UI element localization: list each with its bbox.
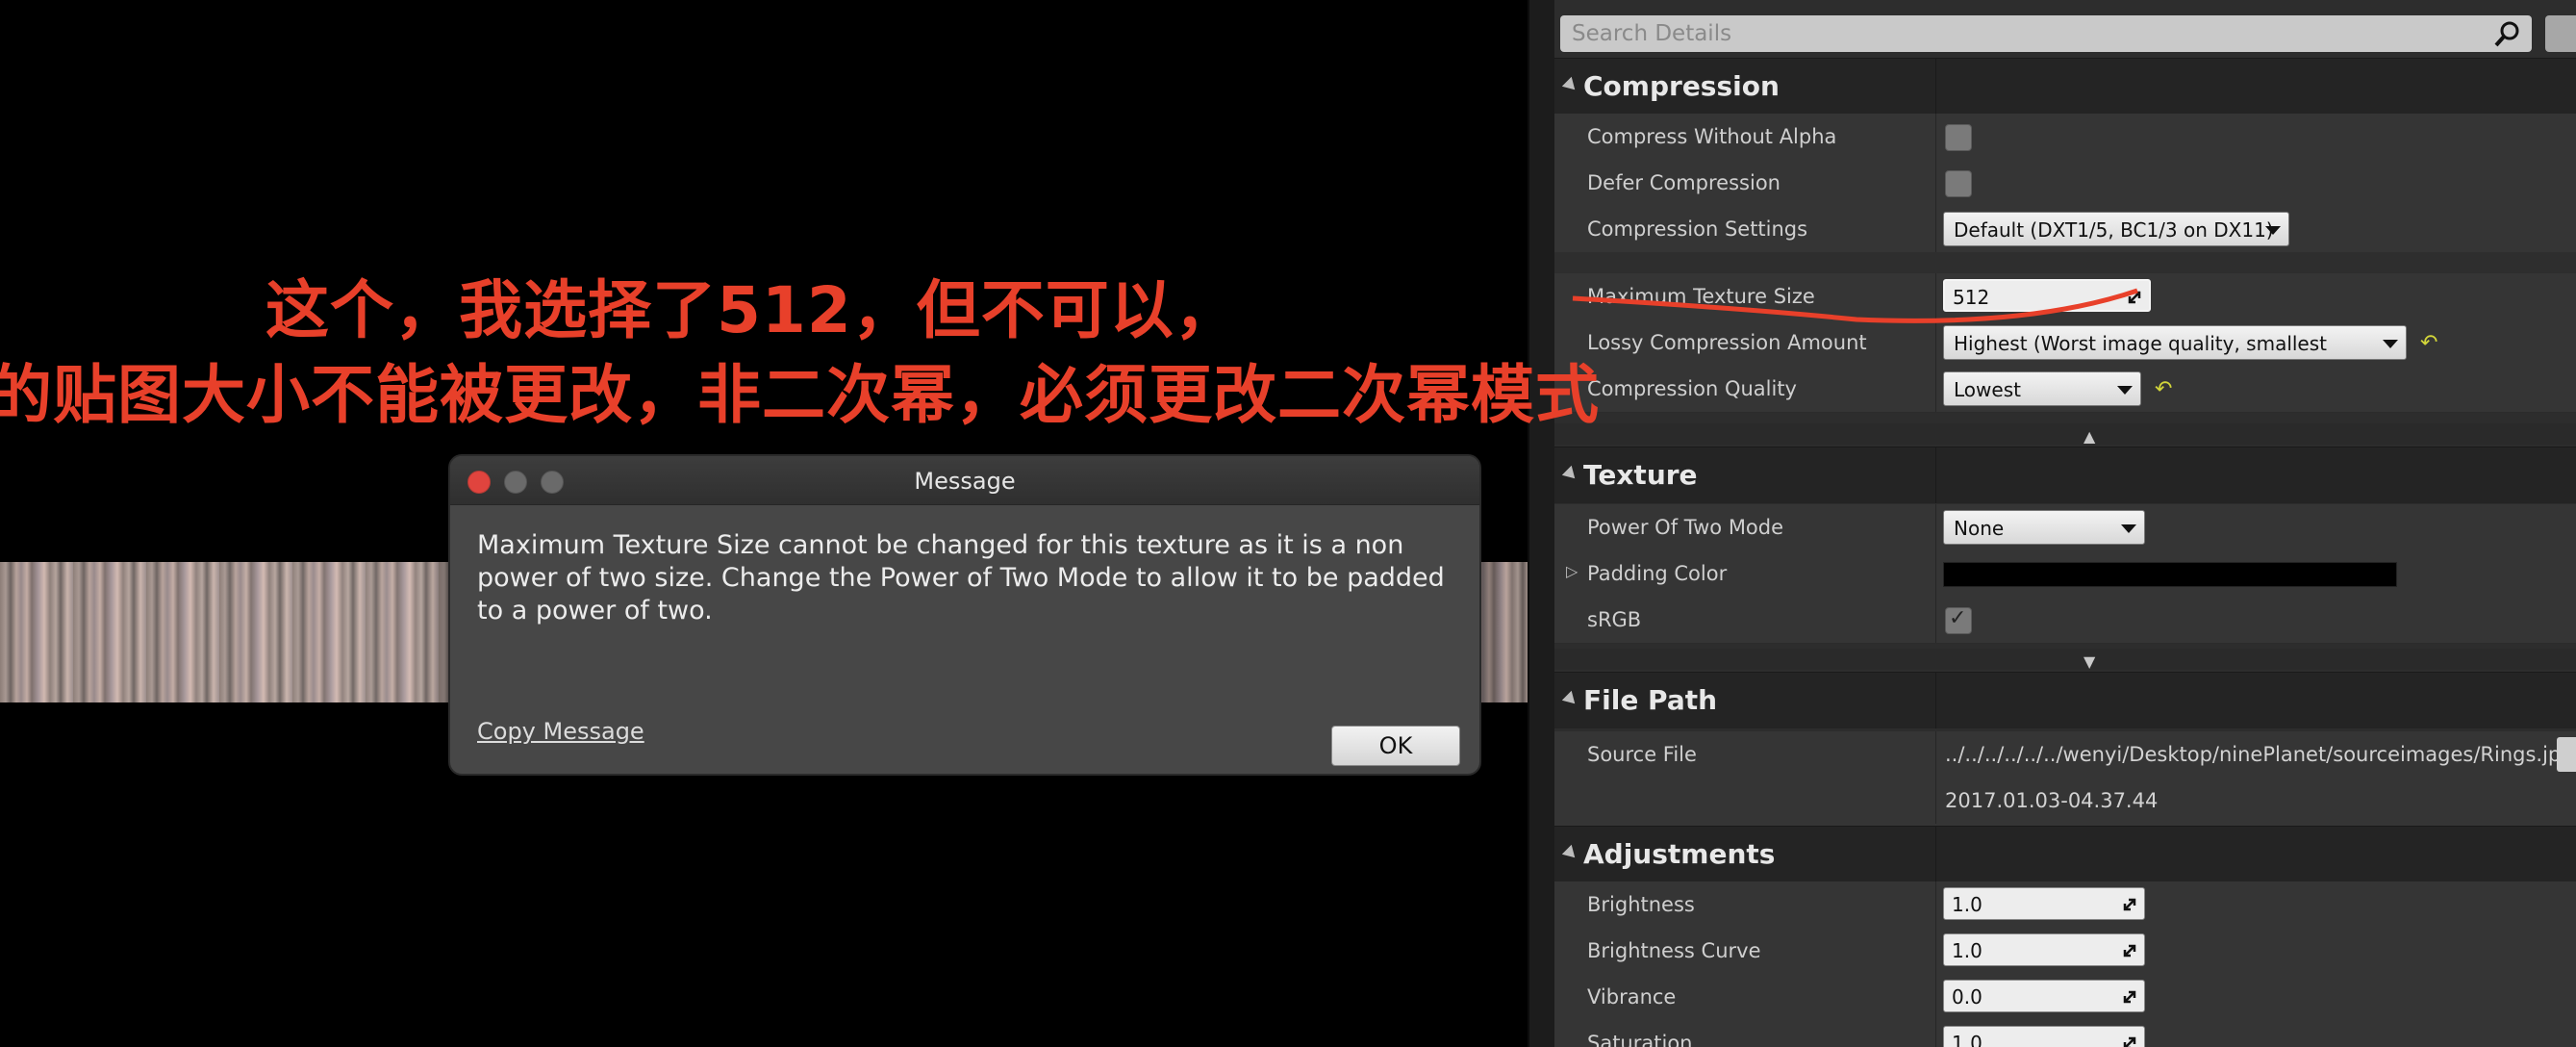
input-value: 1.0 <box>1952 893 1983 916</box>
row-defer-compression: Defer Compression <box>1554 160 2576 207</box>
reset-to-default-icon[interactable]: ↶ <box>2155 377 2172 401</box>
property-label: Source File <box>1587 743 1697 766</box>
row-power-of-two-mode: Power Of Two Mode None <box>1554 504 2576 551</box>
copy-message-link[interactable]: Copy Message <box>477 718 644 745</box>
saturation-input[interactable]: 1.0 <box>1943 1026 2145 1047</box>
chevron-up-icon[interactable]: ▲ <box>2084 427 2095 446</box>
source-file-timestamp: 2017.01.03-04.37.44 <box>1945 789 2159 812</box>
source-file-path: ../../../../../../wenyi/Desktop/ninePlan… <box>1945 743 2574 766</box>
row-compression-quality: Compression Quality Lowest ↶ <box>1554 366 2576 413</box>
browse-button[interactable] <box>2557 737 2576 772</box>
row-saturation: Saturation 1.0 <box>1554 1020 2576 1047</box>
brightness-curve-input[interactable]: 1.0 <box>1943 933 2145 966</box>
dialog-message: Maximum Texture Size cannot be changed f… <box>477 530 1445 626</box>
property-label: Brightness <box>1587 893 1695 916</box>
drag-resize-icon[interactable] <box>2121 942 2138 959</box>
property-label: sRGB <box>1587 608 1642 631</box>
section-adjustments[interactable]: Adjustments <box>1554 826 2576 882</box>
advanced-collapse-bar[interactable]: ▼ <box>1554 649 2576 671</box>
expand-arrow-icon[interactable]: ▷ <box>1566 562 1578 580</box>
property-label: Defer Compression <box>1587 171 1780 194</box>
chevron-down-icon <box>2117 386 2133 395</box>
input-value: 1.0 <box>1952 1032 1983 1047</box>
collapse-arrow-icon[interactable] <box>1561 690 1580 709</box>
row-source-file: Source File ../../../../../../wenyi/Desk… <box>1554 731 2576 779</box>
input-value: 1.0 <box>1952 939 1983 962</box>
collapse-arrow-icon[interactable] <box>1561 844 1580 863</box>
row-maximum-texture-size: Maximum Texture Size 512 <box>1554 273 2576 320</box>
drag-resize-icon[interactable] <box>2121 896 2138 913</box>
dropdown-value: Default (DXT1/5, BC1/3 on DX11) <box>1954 218 2274 242</box>
drag-resize-icon[interactable] <box>2121 988 2138 1006</box>
drag-resize-icon[interactable] <box>2121 1034 2138 1047</box>
view-options-icon[interactable] <box>2545 15 2576 52</box>
padding-color-swatch[interactable] <box>1943 562 2397 587</box>
search-input[interactable]: Search Details <box>1572 21 1731 46</box>
annotation-text-line1: 这个，我选择了512，但不可以， <box>265 273 1239 347</box>
chevron-down-icon <box>2383 340 2398 348</box>
section-title: Adjustments <box>1583 838 1776 870</box>
property-label: Brightness Curve <box>1587 939 1761 962</box>
row-compression-settings: Compression Settings Default (DXT1/5, BC… <box>1554 206 2576 253</box>
message-dialog: Message Maximum Texture Size cannot be c… <box>448 454 1481 776</box>
row-vibrance: Vibrance 0.0 <box>1554 974 2576 1021</box>
vibrance-input[interactable]: 0.0 <box>1943 980 2145 1012</box>
lossy-compression-amount-dropdown[interactable]: Highest (Worst image quality, smallest f… <box>1943 325 2407 390</box>
input-value: 0.0 <box>1952 985 1983 1009</box>
compression-settings-dropdown[interactable]: Default (DXT1/5, BC1/3 on DX11) <box>1943 212 2289 246</box>
section-compression[interactable]: Compression <box>1554 58 2576 115</box>
row-srgb: sRGB <box>1554 597 2576 644</box>
property-label: Maximum Texture Size <box>1587 285 1815 308</box>
row-compress-without-alpha: Compress Without Alpha <box>1554 114 2576 161</box>
annotation-text-line2: 的贴图大小不能被更改，非二次幂，必须更改二次幂模式 <box>0 358 1600 432</box>
collapse-arrow-icon[interactable] <box>1561 76 1580 95</box>
compression-quality-dropdown[interactable]: Lowest <box>1943 371 2141 406</box>
row-lossy-compression-amount: Lossy Compression Amount Highest (Worst … <box>1554 319 2576 390</box>
property-label: Vibrance <box>1587 985 1677 1009</box>
chevron-down-icon[interactable]: ▼ <box>2084 652 2095 671</box>
details-panel: Search Details Compression Compress With… <box>1554 0 2576 1047</box>
chevron-down-icon <box>2121 524 2136 533</box>
property-label: Power Of Two Mode <box>1587 516 1784 539</box>
row-padding-color: ▷ Padding Color <box>1554 550 2576 598</box>
section-title: File Path <box>1583 684 1718 716</box>
section-texture[interactable]: Texture <box>1554 447 2576 503</box>
section-title: Texture <box>1583 459 1698 491</box>
input-value: 512 <box>1953 286 1990 309</box>
reset-to-default-icon[interactable]: ↶ <box>2420 331 2437 355</box>
dialog-titlebar[interactable]: Message <box>450 456 1479 505</box>
srgb-checkbox[interactable] <box>1945 606 1972 634</box>
row-brightness-curve: Brightness Curve 1.0 <box>1554 928 2576 975</box>
collapse-arrow-icon[interactable] <box>1561 465 1580 484</box>
property-label: Padding Color <box>1587 562 1728 585</box>
dropdown-value: Lowest <box>1954 378 2021 401</box>
row-brightness: Brightness 1.0 <box>1554 881 2576 929</box>
power-of-two-mode-dropdown[interactable]: None <box>1943 510 2145 545</box>
dialog-title: Message <box>914 468 1016 495</box>
section-file-path[interactable]: File Path <box>1554 672 2576 728</box>
maximum-texture-size-input[interactable]: 512 <box>1943 279 2151 312</box>
dropdown-value: None <box>1954 517 2005 540</box>
property-label: Compress Without Alpha <box>1587 125 1837 148</box>
property-label: Compression Quality <box>1587 377 1797 400</box>
chevron-down-icon <box>2265 226 2281 235</box>
property-label: Lossy Compression Amount <box>1587 331 1867 354</box>
panel-splitter[interactable] <box>1528 0 1556 1047</box>
brightness-input[interactable]: 1.0 <box>1943 887 2145 920</box>
defer-compression-checkbox[interactable] <box>1945 170 1972 197</box>
drag-resize-icon[interactable] <box>2126 289 2143 306</box>
property-label: Compression Settings <box>1587 217 1808 241</box>
property-label: Saturation <box>1587 1032 1693 1047</box>
row-source-file-timestamp: 2017.01.03-04.37.44 <box>1554 778 2576 827</box>
section-title: Compression <box>1583 70 1780 102</box>
search-bar[interactable]: Search Details <box>1560 15 2532 52</box>
compress-without-alpha-checkbox[interactable] <box>1945 124 1972 151</box>
search-icon[interactable] <box>2493 19 2522 48</box>
advanced-collapse-bar[interactable]: ▲ <box>1554 423 2576 446</box>
ok-button[interactable]: OK <box>1331 726 1460 766</box>
